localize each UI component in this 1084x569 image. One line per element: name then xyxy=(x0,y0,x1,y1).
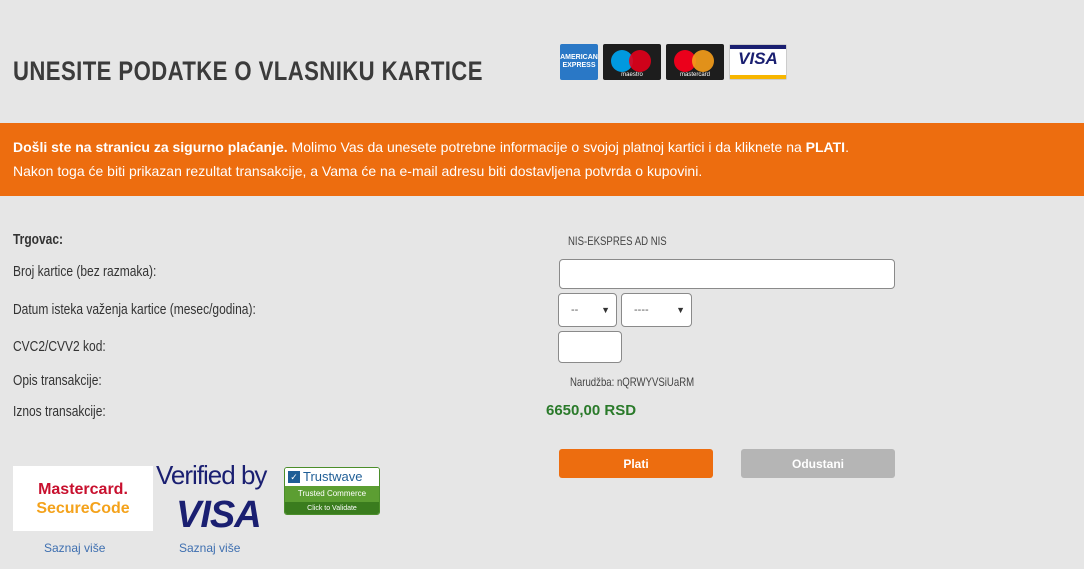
amex-logo: AMERICAN EXPRESS xyxy=(560,44,598,80)
card-number-label: Broj kartice (bez razmaka): xyxy=(13,263,157,280)
maestro-logo: maestro xyxy=(603,44,661,80)
page-header: UNESITE PODATKE O VLASNIKU KARTICE AMERI… xyxy=(0,0,1084,120)
card-number-input[interactable] xyxy=(559,259,895,289)
amount-value: 6650,00 RSD xyxy=(546,402,637,419)
securecode-learn-more-link[interactable]: Saznaj više xyxy=(44,541,105,555)
expiry-label: Datum isteka važenja kartice (mesec/godi… xyxy=(13,301,256,318)
mastercard-logo: mastercard xyxy=(666,44,724,80)
verified-by-visa-logo: Verified by VISA xyxy=(156,460,267,536)
banner-line-2: Nakon toga će biti prikazan rezultat tra… xyxy=(13,163,703,179)
expiry-month-select[interactable]: -- ▼ xyxy=(558,293,617,327)
cancel-button[interactable]: Odustani xyxy=(741,449,895,478)
description-value: Narudžba: nQRWYVSiUaRM xyxy=(570,375,695,389)
trustwave-seal[interactable]: ✓ Trustwave Trusted Commerce Click to Val… xyxy=(284,467,380,515)
dropdown-arrow-icon: ▼ xyxy=(601,305,610,315)
banner-line-1: Došli ste na stranicu za sigurno plaćanj… xyxy=(13,139,849,155)
info-banner: Došli ste na stranicu za sigurno plaćanj… xyxy=(0,123,1084,196)
description-label: Opis transakcije: xyxy=(13,372,102,389)
trustwave-icon: ✓ xyxy=(288,471,300,483)
cvc-input[interactable] xyxy=(558,331,622,363)
cvc-label: CVC2/CVV2 kod: xyxy=(13,338,106,355)
vbv-learn-more-link[interactable]: Saznaj više xyxy=(179,541,240,555)
page-title: UNESITE PODATKE O VLASNIKU KARTICE xyxy=(13,56,483,86)
dropdown-arrow-icon: ▼ xyxy=(676,305,685,315)
merchant-value: NIS-EKSPRES AD NIS xyxy=(568,234,667,248)
mastercard-securecode-logo: Mastercard. SecureCode xyxy=(13,466,153,531)
pay-button[interactable]: Plati xyxy=(559,449,713,478)
amount-label: Iznos transakcije: xyxy=(13,403,106,420)
expiry-year-select[interactable]: ---- ▼ xyxy=(621,293,692,327)
accepted-cards: AMERICAN EXPRESS maestro mastercard VISA xyxy=(560,44,787,80)
visa-logo: VISA xyxy=(729,44,787,80)
merchant-label: Trgovac: xyxy=(13,231,64,248)
